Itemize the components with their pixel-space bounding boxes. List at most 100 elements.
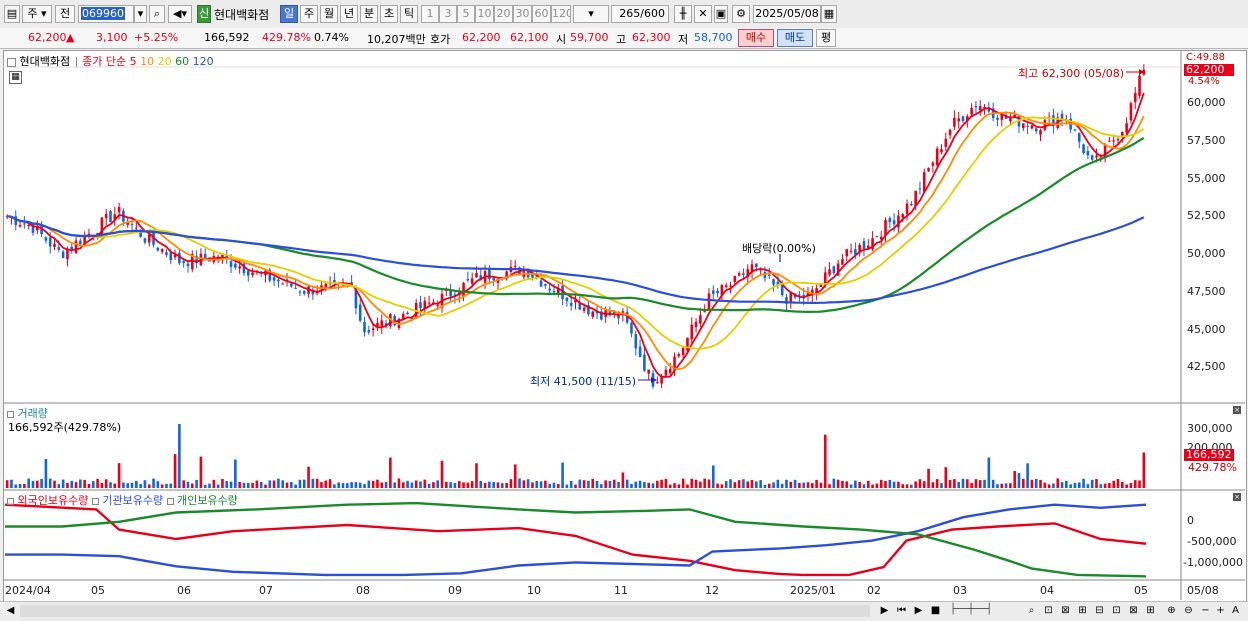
volume-bar [750, 479, 754, 488]
volume-bar [987, 457, 991, 488]
volume-bar [91, 481, 95, 488]
high-annotation: 최고 62,300 (05/08) [1018, 67, 1125, 80]
rewind-icon[interactable]: ⏮ [895, 604, 908, 617]
price-tick: 45,000 [1187, 323, 1226, 336]
volume-bar [440, 460, 444, 488]
volume-bar [647, 482, 650, 488]
tool-icon[interactable]: ⊞ [1144, 604, 1157, 617]
candle-body [117, 207, 121, 213]
font-size-icon[interactable]: A [1229, 604, 1242, 617]
close-panel-icon[interactable]: × [1233, 493, 1241, 501]
zoom-slider-icon[interactable]: ├──┼──┤ [950, 604, 1020, 617]
candle-body [1034, 128, 1038, 132]
grid-toggle-icon[interactable]: ▦ [9, 71, 22, 84]
volume-bar [621, 472, 625, 488]
volume-bar [457, 481, 461, 488]
play-icon[interactable]: ▶ [912, 604, 925, 617]
volume-bar [462, 482, 465, 488]
volume-bar [819, 482, 823, 488]
tool-icon[interactable]: ⊡ [1110, 604, 1123, 617]
plus-icon[interactable]: + [1214, 604, 1227, 617]
candle-body [1073, 129, 1077, 131]
candle-body [1129, 103, 1133, 121]
volume-bar [531, 482, 534, 488]
volume-bar [888, 479, 892, 488]
x-tick: 10 [527, 584, 541, 597]
volume-bar [914, 481, 917, 488]
zoom-icon[interactable]: ⌕ [1025, 604, 1038, 617]
candle-body [703, 311, 706, 313]
tool-icon[interactable]: ⊠ [1059, 604, 1072, 617]
volume-bar [556, 484, 560, 488]
dividend-annotation: 배당락(0.00%) [742, 242, 816, 255]
volume-bar [384, 481, 388, 488]
candle-body [462, 282, 465, 297]
tool-icon[interactable]: ⊠ [1127, 604, 1140, 617]
price-tick: 50,000 [1187, 247, 1226, 260]
volume-current-box: 166,592 [1184, 449, 1234, 461]
volume-bar [724, 481, 728, 488]
volume-bar [1099, 484, 1103, 488]
tool-icon[interactable]: ⊡ [1042, 604, 1055, 617]
candle-body [1026, 126, 1029, 128]
volume-bar [733, 482, 737, 488]
x-tick: 07 [259, 584, 273, 597]
volume-bar [48, 478, 52, 488]
zoom-in-icon[interactable]: ⊕ [1165, 604, 1178, 617]
legend-ma-label: 종가 단순 [82, 55, 127, 68]
candle-body [974, 105, 978, 108]
candle-body [875, 236, 879, 238]
volume-bar [272, 480, 276, 488]
volume-bar [195, 479, 198, 488]
scroll-track[interactable] [20, 605, 870, 617]
scroll-right-icon[interactable]: ▶ [878, 604, 891, 617]
volume-bar [1133, 480, 1137, 488]
candle-body [845, 249, 849, 257]
zoom-out-icon[interactable]: ⊖ [1182, 604, 1195, 617]
volume-bar [798, 482, 801, 488]
volume-bar [414, 480, 418, 488]
volume-bar [841, 480, 844, 488]
candle-body [298, 291, 302, 293]
candle-body [367, 329, 371, 333]
volume-bar [858, 481, 861, 488]
candle-body [638, 346, 642, 358]
volume-bar [35, 480, 39, 488]
volume-bar [854, 480, 857, 488]
volume-bar [87, 483, 91, 488]
volume-bar [638, 480, 642, 488]
candle-body [182, 261, 185, 263]
candle-body [406, 312, 409, 315]
stop-icon[interactable]: ■ [929, 604, 942, 617]
volume-bar [574, 484, 577, 488]
candle-body [742, 273, 745, 275]
candle-body [711, 290, 715, 294]
volume-bar [656, 480, 659, 488]
volume-bar [389, 457, 392, 488]
volume-bar [470, 481, 474, 488]
volume-bar [212, 479, 216, 488]
close-panel-icon[interactable]: × [1233, 406, 1241, 414]
candle-body [488, 268, 491, 280]
volume-bar [600, 484, 603, 488]
volume-bar [354, 482, 358, 488]
volume-bar [363, 484, 366, 488]
volume-bar [1060, 482, 1064, 488]
tool-icon[interactable]: ⊞ [1076, 604, 1089, 617]
scroll-bar[interactable]: ◀ ▶ ⏮ ▶ ■ ├──┼──┤ ⌕ ⊡ ⊠ ⊞ ⊟ ⊡ ⊠ ⊞ ⊕ ⊖ − … [0, 601, 1248, 621]
candle-body [552, 290, 556, 293]
candle-body [823, 272, 827, 284]
candle-body [961, 116, 965, 122]
legend-box-icon [7, 57, 16, 67]
candle-body [475, 273, 478, 278]
volume-bar [953, 479, 956, 488]
volume-bar [983, 479, 986, 488]
volume-bar [307, 466, 310, 488]
volume-bar [199, 456, 203, 488]
minus-icon[interactable]: − [1199, 604, 1212, 617]
volume-bar [643, 481, 646, 488]
scroll-left-icon[interactable]: ◀ [4, 604, 17, 617]
tool-icon[interactable]: ⊟ [1093, 604, 1106, 617]
x-tick: 2024/04 [5, 584, 51, 597]
volume-bar [130, 482, 134, 488]
